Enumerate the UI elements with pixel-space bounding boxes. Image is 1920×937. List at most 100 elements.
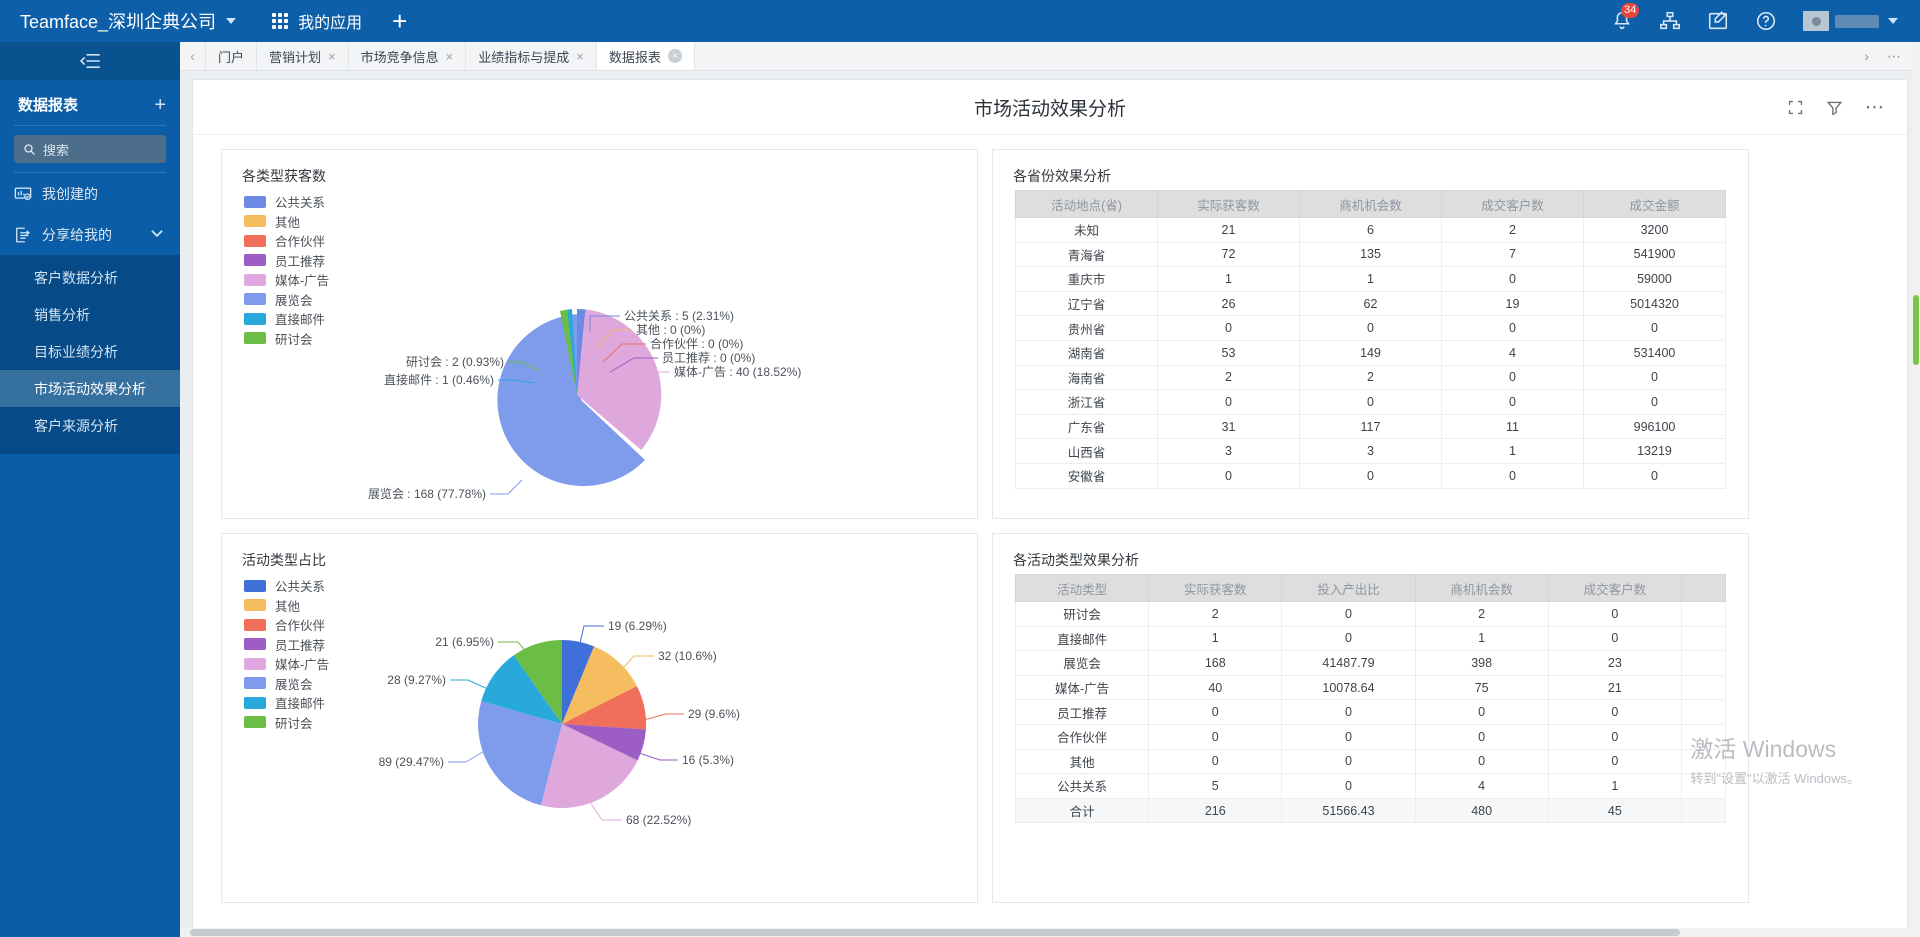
sidebar-subitem-label: 客户来源分析 — [34, 417, 118, 434]
column-header[interactable]: 投入产出比 — [1281, 574, 1416, 602]
tab-data-reports[interactable]: 数据报表 × — [596, 42, 695, 70]
table-row[interactable]: 贵州省 0 0 0 0 — [1015, 315, 1726, 341]
filter-icon[interactable] — [1826, 99, 1843, 116]
cell: 1 — [1414, 625, 1549, 652]
table-row[interactable]: 研讨会 2 0 2 0 — [1014, 601, 1726, 627]
table-row[interactable]: 重庆市 1 1 0 59000 — [1015, 266, 1726, 292]
pie-label: 19 (6.29%) — [608, 619, 667, 633]
cell: 135 — [1299, 241, 1442, 268]
cell — [1681, 797, 1726, 824]
tab-performance-targets[interactable]: 业绩指标与提成 × — [466, 42, 597, 70]
sidebar: 数据报表 + 搜索 我创建的 分享给我的 客户数据分析 销售分析 目标业绩分析 … — [0, 42, 180, 937]
cell: 0 — [1583, 389, 1726, 415]
table-row[interactable]: 公共关系 5 0 4 1 — [1014, 773, 1726, 799]
cell: 996100 — [1583, 413, 1726, 440]
more-icon[interactable]: ⋯ — [1865, 96, 1885, 119]
table-row[interactable]: 员工推荐 0 0 0 0 — [1014, 699, 1726, 725]
cell: 13219 — [1583, 438, 1726, 464]
tab-scroll-left-button[interactable]: ‹ — [180, 42, 206, 70]
top-bar-actions: 34 — [1611, 3, 1898, 32]
table-row[interactable]: 浙江省 0 0 0 0 — [1015, 389, 1726, 415]
column-header-overflow[interactable] — [1681, 574, 1726, 602]
cell: 青海省 — [1015, 241, 1158, 268]
table-row[interactable]: 辽宁省 26 62 19 5014320 — [1015, 290, 1726, 317]
cell — [1681, 723, 1726, 750]
table-row[interactable]: 其他 0 0 0 0 — [1014, 748, 1726, 775]
compose-icon[interactable] — [1707, 10, 1729, 32]
table-row[interactable]: 青海省 72 135 7 541900 — [1015, 241, 1726, 268]
sidebar-item-customer-source-analysis[interactable]: 客户来源分析 — [0, 407, 180, 444]
apps-grid-icon[interactable] — [272, 13, 289, 29]
column-header[interactable]: 实际获客数 — [1148, 574, 1283, 602]
table-row[interactable]: 未知 21 6 2 3200 — [1015, 217, 1726, 243]
sidebar-item-market-activity-effect-analysis[interactable]: 市场活动效果分析 — [0, 370, 180, 407]
cell — [1681, 674, 1726, 701]
table-total-row[interactable]: 合计 216 51566.43 480 45 — [1014, 797, 1726, 824]
org-chart-icon[interactable] — [1659, 10, 1681, 32]
table-row[interactable]: 安徽省 0 0 0 0 — [1015, 462, 1726, 489]
brand-menu[interactable]: Teamface_深圳企典公司 — [20, 8, 237, 34]
my-apps-label[interactable]: 我的应用 — [298, 9, 362, 33]
column-header[interactable]: 活动地点(省) — [1015, 190, 1158, 218]
add-app-button[interactable]: + — [392, 8, 407, 34]
close-icon[interactable]: × — [667, 49, 682, 63]
close-icon[interactable]: × — [446, 49, 454, 64]
cell: 0 — [1281, 601, 1416, 627]
sidebar-item-sales-analysis[interactable]: 销售分析 — [0, 296, 180, 333]
table-card-activity-type-effect: 各活动类型效果分析 活动类型 实际获客数 投入产出比 商机机会数 成交客户数 研… — [992, 533, 1749, 903]
chevron-down-icon — [148, 224, 166, 245]
sidebar-item-created-by-me[interactable]: 我创建的 — [0, 173, 180, 214]
cell: 59000 — [1583, 266, 1726, 292]
tab-more-icon[interactable]: ⋯ — [1887, 48, 1902, 65]
table-row[interactable]: 媒体-广告 40 10078.64 75 21 — [1014, 674, 1726, 701]
column-header[interactable]: 成交客户数 — [1547, 574, 1683, 602]
tab-portal[interactable]: 门户 — [206, 42, 258, 70]
close-icon[interactable]: × — [328, 49, 336, 64]
sidebar-item-customer-data-analysis[interactable]: 客户数据分析 — [0, 259, 180, 296]
leader-line-partner — [643, 713, 684, 721]
cell: 0 — [1547, 625, 1683, 652]
table-row[interactable]: 直接邮件 1 0 1 0 — [1014, 625, 1726, 652]
sidebar-collapse-button[interactable] — [0, 42, 180, 80]
sidebar-item-shared-with-me[interactable]: 分享给我的 — [0, 214, 180, 255]
app-root: Teamface_深圳企典公司 我的应用 + 34 数据报表 + 搜索 我创建的… — [0, 0, 1920, 937]
table-header-row: 活动类型 实际获客数 投入产出比 商机机会数 成交客户数 — [1014, 574, 1726, 602]
search-input[interactable]: 搜索 — [14, 135, 166, 163]
vertical-scrollbar-thumb[interactable] — [1913, 295, 1919, 365]
cell: 21 — [1157, 217, 1300, 243]
cell: 0 — [1281, 699, 1416, 725]
cell: 2 — [1299, 364, 1442, 391]
tab-marketing-plan[interactable]: 营销计划 × — [257, 42, 349, 70]
leader-line-exhibition — [490, 479, 523, 495]
avatar — [1803, 11, 1829, 31]
user-menu[interactable] — [1803, 11, 1898, 31]
cell: 0 — [1547, 748, 1683, 775]
vertical-scrollbar-track[interactable] — [1912, 42, 1920, 937]
column-header[interactable]: 实际获客数 — [1157, 190, 1300, 218]
table-row[interactable]: 展览会 168 41487.79 398 23 — [1014, 650, 1726, 676]
cell: 1 — [1441, 438, 1584, 464]
chart-title: 各省份效果分析 — [1013, 168, 1111, 184]
column-header[interactable]: 商机机会数 — [1414, 574, 1549, 602]
sidebar-item-target-performance-analysis[interactable]: 目标业绩分析 — [0, 333, 180, 370]
column-header[interactable]: 活动类型 — [1014, 574, 1150, 602]
cell: 4 — [1441, 339, 1584, 366]
column-header[interactable]: 成交客户数 — [1441, 190, 1584, 218]
table-row[interactable]: 山西省 3 3 1 13219 — [1015, 438, 1726, 464]
bell-icon[interactable]: 34 — [1611, 3, 1640, 32]
column-header[interactable]: 商机机会数 — [1299, 190, 1442, 218]
cell: 0 — [1157, 462, 1300, 489]
table-row[interactable]: 广东省 31 117 11 996100 — [1015, 413, 1726, 440]
column-header[interactable]: 成交金额 — [1583, 190, 1726, 218]
table-row[interactable]: 合作伙伴 0 0 0 0 — [1014, 723, 1726, 750]
table-row[interactable]: 湖南省 53 149 4 531400 — [1015, 339, 1726, 366]
horizontal-scrollbar-thumb[interactable] — [190, 929, 1680, 936]
sidebar-add-button[interactable]: + — [154, 95, 166, 115]
table-row[interactable]: 海南省 2 2 0 0 — [1015, 364, 1726, 391]
tab-scroll-right-button[interactable]: › — [1864, 48, 1869, 64]
close-icon[interactable]: × — [576, 49, 584, 64]
fullscreen-icon[interactable] — [1787, 99, 1804, 116]
tab-market-competition-info[interactable]: 市场竞争信息 × — [349, 42, 467, 70]
help-icon[interactable] — [1755, 10, 1777, 32]
cell: 员工推荐 — [1014, 699, 1150, 725]
